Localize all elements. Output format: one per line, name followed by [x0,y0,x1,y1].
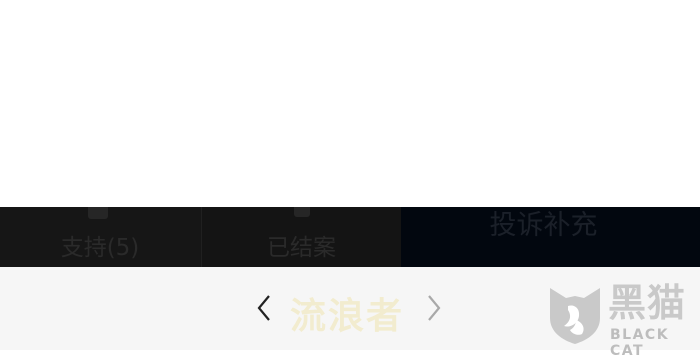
black-cat-logo: 黑猫 BLACK CAT [546,281,696,359]
logo-english-text: BLACK CAT [610,327,670,359]
black-cat-shield-icon [550,288,600,344]
support-icon [88,207,108,219]
support-button[interactable]: 支持(5) [0,207,202,267]
logo-chinese-text: 黑猫 [608,281,687,325]
content-area [0,0,700,207]
support-label: 支持(5) [60,235,140,261]
action-bar: 支持(5) 已结案 投诉补充 [0,207,700,267]
closed-status-button[interactable]: 已结案 [202,207,401,267]
watermark-text: 流浪者 [290,296,405,337]
chevron-right-icon[interactable] [424,288,446,337]
closed-label: 已结案 [267,235,336,261]
closed-icon [294,207,310,217]
chevron-left-icon[interactable] [254,288,276,337]
complaint-supplement-label: 投诉补充 [489,210,598,241]
complaint-supplement-button[interactable]: 投诉补充 [401,207,700,267]
